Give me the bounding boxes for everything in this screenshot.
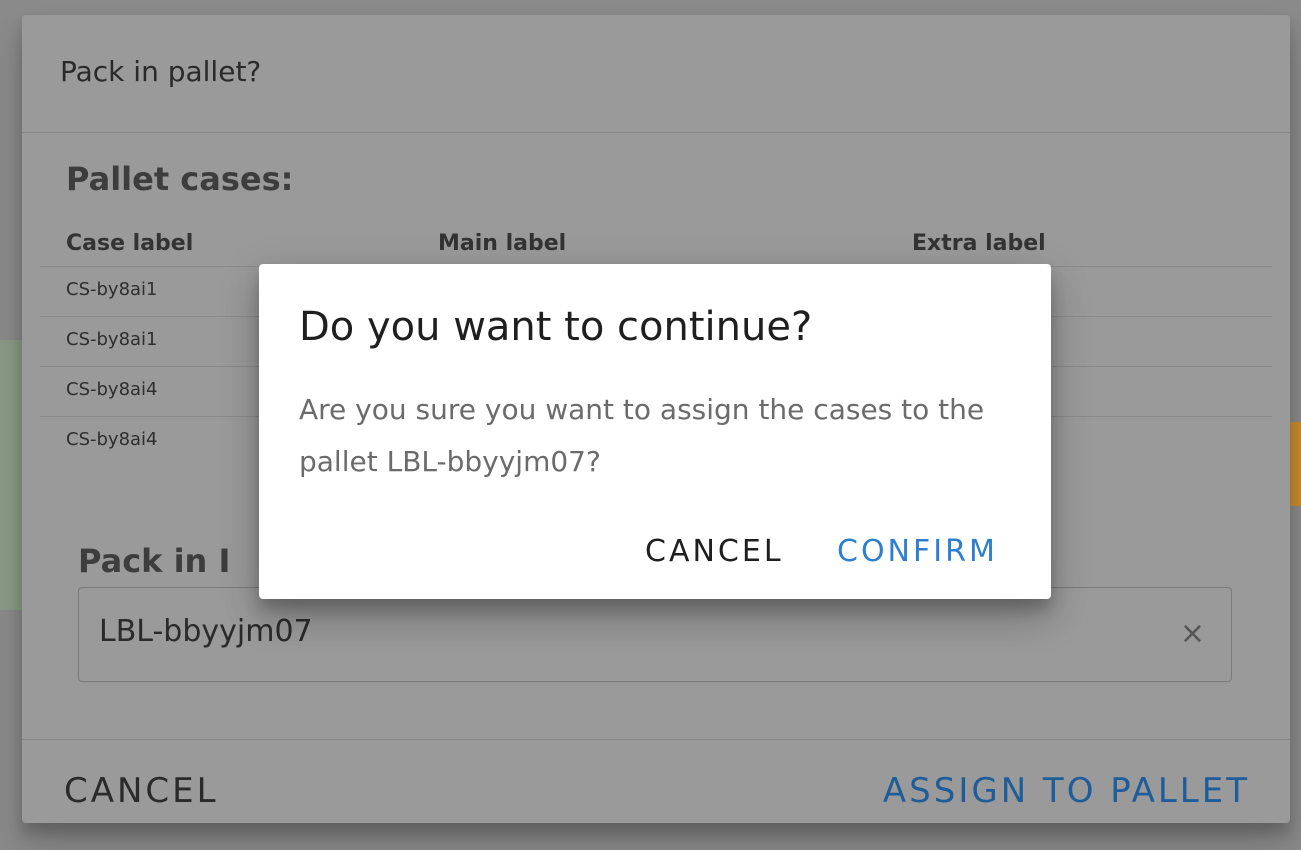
clear-icon[interactable]: × [1180, 616, 1205, 651]
table-header: Case label Main label Extra label [40, 221, 1272, 267]
cell-case-label: CS-by8ai4 [66, 379, 158, 400]
dialog-title: Pack in pallet? [60, 55, 262, 88]
pallet-label-value: LBL-bbyyjm07 [99, 614, 313, 649]
header-main-label: Main label [438, 231, 567, 256]
cancel-button[interactable]: CANCEL [64, 771, 219, 811]
confirm-cancel-button[interactable]: CANCEL [645, 534, 784, 569]
divider [22, 739, 1290, 740]
header-case-label: Case label [66, 231, 194, 256]
assign-to-pallet-button[interactable]: ASSIGN TO PALLET [883, 771, 1250, 811]
confirm-dialog: Do you want to continue? Are you sure yo… [259, 264, 1051, 599]
divider [22, 132, 1290, 133]
cell-case-label: CS-by8ai4 [66, 429, 158, 450]
confirm-dialog-title: Do you want to continue? [299, 304, 813, 350]
confirm-dialog-message: Are you sure you want to assign the case… [299, 393, 985, 478]
cell-case-label: CS-by8ai1 [66, 279, 158, 300]
pack-in-pallet-heading: Pack in I [78, 542, 231, 580]
cell-case-label: CS-by8ai1 [66, 329, 158, 350]
header-extra-label: Extra label [912, 231, 1046, 256]
background-panel-green [0, 340, 22, 610]
confirm-button[interactable]: CONFIRM [837, 534, 998, 569]
pallet-label-input[interactable]: LBL-bbyyjm07 × [78, 587, 1232, 682]
pallet-cases-heading: Pallet cases: [66, 160, 294, 198]
